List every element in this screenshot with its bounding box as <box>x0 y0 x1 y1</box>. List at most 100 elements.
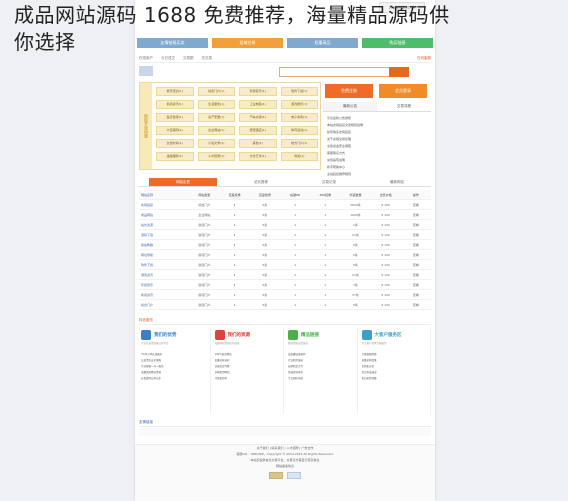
view-button[interactable]: 查看 <box>401 203 431 207</box>
table-cell[interactable]: 友情链接 <box>139 203 189 207</box>
category-item[interactable]: 小说文学(1) <box>197 139 235 148</box>
view-button[interactable]: 查看 <box>401 233 431 237</box>
column-header: 操作 <box>412 192 419 197</box>
table-tab[interactable]: 网站出售 <box>149 178 217 186</box>
search-input[interactable] <box>279 67 391 77</box>
category-item[interactable]: 地方门户(1) <box>280 139 318 148</box>
service-desc: 专业的友情链接交易平台 <box>141 342 169 345</box>
category-item[interactable]: 影视音乐(1) <box>239 87 277 96</box>
service-item[interactable]: 售后无忧保障 <box>362 376 429 382</box>
notice-item[interactable]: 平台最新公告通知 <box>327 115 427 122</box>
table-cell: 7条 <box>352 282 358 287</box>
service-title[interactable]: 我们的资源 <box>228 332 251 338</box>
category-item[interactable]: IT互联网(1) <box>156 126 194 135</box>
trust-badge[interactable] <box>287 472 301 479</box>
site-logo[interactable] <box>139 66 153 76</box>
category-item[interactable]: 房产家居(1) <box>197 113 235 122</box>
table-row: 软件下载 新闻门户 1 5条 1 1 5条 ¥ 120 查看 <box>139 260 431 270</box>
table-cell[interactable]: 新闻资讯 <box>139 293 189 297</box>
table-cell: 1 <box>294 212 296 217</box>
service-item[interactable]: 价格透明公开公正 <box>141 376 208 382</box>
notice-item[interactable]: 如何购买友情链接 <box>327 129 427 136</box>
service-title[interactable]: 大客户服务区 <box>375 332 402 338</box>
table-cell[interactable]: 游戏资讯 <box>139 273 189 277</box>
service-header: 大客户服务区 <box>361 328 429 342</box>
tab-notices[interactable]: 最新公告 <box>323 102 377 111</box>
category-item[interactable]: 其他(1) <box>239 139 277 148</box>
table-cell: 新闻门户 <box>198 242 211 247</box>
category-item[interactable]: 体育运动(1) <box>280 126 318 135</box>
table-cell: 5条 <box>352 302 358 307</box>
table-cell: 1 <box>233 292 236 297</box>
category-item[interactable]: 电子商务(1) <box>280 113 318 122</box>
service-title[interactable]: 我们的优势 <box>154 332 177 338</box>
table-cell: 5条 <box>262 252 268 257</box>
notice-item[interactable]: 客服联系方式 <box>327 150 427 157</box>
footer-badges <box>135 472 435 479</box>
register-button[interactable]: 免费注册 <box>325 84 373 98</box>
view-button[interactable]: 查看 <box>401 263 431 267</box>
view-button[interactable]: 查看 <box>401 253 431 257</box>
category-item[interactable]: 商贸(1) <box>280 152 318 161</box>
service-column: 精品链接 精选优质友情链接 高权重链接推荐 行业相关链接 长期稳定合作 快速提升排名 专业团… <box>286 328 358 414</box>
view-button[interactable]: 查看 <box>401 273 431 277</box>
category-item[interactable]: 企业网站(1) <box>197 126 235 135</box>
table-cell[interactable]: 建站教程 <box>139 243 189 247</box>
category-item[interactable]: 金融理财(1) <box>156 152 194 161</box>
table-cell[interactable]: 网址导航 <box>139 253 189 257</box>
table-cell[interactable]: 影视音乐 <box>139 283 189 287</box>
table-cell: ¥ 120 <box>381 232 390 237</box>
category-item[interactable]: 工业制造(1) <box>239 100 277 109</box>
table-cell: 1 <box>294 222 296 227</box>
table-tab[interactable]: 最新网站 <box>363 178 431 186</box>
service-item[interactable]: 专业团队审核 <box>288 376 355 382</box>
table-cell[interactable]: 源码下载 <box>139 233 189 237</box>
view-button[interactable]: 查看 <box>401 213 431 217</box>
table-cell: 1 <box>233 242 236 247</box>
table-cell: 1 <box>233 302 236 307</box>
service-icon <box>141 330 151 340</box>
table-cell[interactable]: 软件下载 <box>139 263 189 267</box>
table-cell: 1 <box>324 262 327 267</box>
notice-item[interactable]: 新手帮助中心 <box>327 164 427 171</box>
category-item[interactable]: 医疗健康(1) <box>156 113 194 122</box>
notice-item[interactable]: 交易资金安全保障 <box>327 143 427 150</box>
table-cell: 新闻门户 <box>198 262 211 267</box>
view-button[interactable]: 查看 <box>401 303 431 307</box>
notice-item[interactable]: 关于虚假交易处理 <box>327 136 427 143</box>
table-cell[interactable]: 综合门户 <box>139 303 189 307</box>
service-title[interactable]: 精品链接 <box>301 332 319 338</box>
notice-item[interactable]: 充值提现说明 <box>327 157 427 164</box>
notice-item[interactable]: 本站友情链接交易规则说明 <box>327 122 427 129</box>
view-button[interactable]: 查看 <box>401 243 431 247</box>
category-item[interactable]: 旅游酒店(1) <box>239 126 277 135</box>
service-item[interactable]: 持续更新中 <box>215 376 282 382</box>
category-item[interactable]: 汽车交通(1) <box>239 113 277 122</box>
table-cell: 2620条 <box>350 202 361 207</box>
login-button[interactable]: 会员登录 <box>379 84 427 98</box>
search-button[interactable] <box>389 67 409 77</box>
table-tab[interactable]: 交易记录 <box>295 178 363 186</box>
category-item[interactable]: 生活服务(1) <box>197 100 235 109</box>
friend-links-title: 友情链接 <box>139 418 431 427</box>
view-button[interactable]: 查看 <box>401 293 431 297</box>
trust-badge[interactable] <box>269 472 283 479</box>
table-cell[interactable]: 站长资源 <box>139 223 189 227</box>
tab-process[interactable]: 交易流程 <box>377 102 431 111</box>
table-cell: 5条 <box>262 212 268 217</box>
category-item[interactable]: 教育培训(1) <box>156 87 194 96</box>
category-item[interactable]: 软件下载(1) <box>280 87 318 96</box>
view-button[interactable]: 查看 <box>401 223 431 227</box>
notice-item[interactable]: 主站链接推荐规则 <box>327 171 427 178</box>
category-item[interactable]: 文化艺术(1) <box>239 152 277 161</box>
service-desc: 海量网站资源任你选择 <box>214 342 240 345</box>
table-cell[interactable]: 成品网站 <box>139 213 189 217</box>
table-tab[interactable]: 站长推荐 <box>227 178 295 186</box>
category-item[interactable]: 女性时尚(1) <box>156 139 194 148</box>
category-item[interactable]: 综合门户(1) <box>197 87 235 96</box>
table-cell: 1 <box>294 292 296 297</box>
category-item[interactable]: 人才招聘(1) <box>197 152 235 161</box>
category-item[interactable]: 游戏娱乐(1) <box>280 100 318 109</box>
view-button[interactable]: 查看 <box>401 283 431 287</box>
category-item[interactable]: 新闻资讯(1) <box>156 100 194 109</box>
